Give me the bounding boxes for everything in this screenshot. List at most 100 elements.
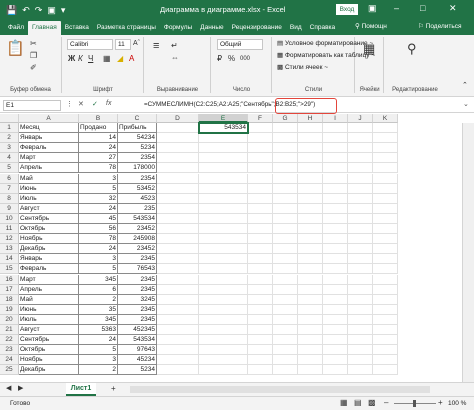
close-icon[interactable]: ✕ <box>449 3 457 14</box>
cell[interactable] <box>298 203 323 214</box>
enter-icon[interactable]: ✓ <box>92 100 98 108</box>
cell[interactable] <box>348 335 373 346</box>
cell[interactable] <box>273 163 298 174</box>
cell[interactable] <box>298 173 323 184</box>
row-header[interactable]: 20 <box>0 314 19 325</box>
cells-icon[interactable]: ▦ <box>363 41 375 57</box>
cell[interactable] <box>373 133 398 144</box>
cell[interactable]: 35 <box>79 304 118 315</box>
cell[interactable] <box>157 294 199 305</box>
cell[interactable] <box>273 314 298 325</box>
cell[interactable] <box>248 345 273 356</box>
row-header[interactable]: 24 <box>0 355 19 366</box>
redo-icon[interactable]: ↷ <box>35 5 43 15</box>
currency-icon[interactable]: ₽ <box>217 54 222 64</box>
cell[interactable]: 78 <box>79 163 118 174</box>
wrap-text-icon[interactable]: ↵ <box>171 41 178 51</box>
cell[interactable]: 6 <box>79 284 118 295</box>
cell[interactable]: Август <box>19 325 79 336</box>
cell[interactable] <box>199 314 248 325</box>
column-header[interactable]: B <box>79 114 118 123</box>
cell[interactable]: Июнь <box>19 183 79 194</box>
row-header[interactable]: 8 <box>0 193 19 204</box>
cell[interactable]: 345 <box>79 274 118 285</box>
cell[interactable] <box>273 213 298 224</box>
cell[interactable] <box>157 365 199 376</box>
cell[interactable]: 543534 <box>118 213 157 224</box>
cell[interactable] <box>273 193 298 204</box>
cell[interactable] <box>298 143 323 154</box>
cell[interactable]: 245908 <box>118 234 157 245</box>
cell[interactable]: Сентябрь <box>19 213 79 224</box>
cell[interactable] <box>323 365 348 376</box>
cell[interactable] <box>348 254 373 265</box>
cell[interactable]: Декабрь <box>19 365 79 376</box>
cell[interactable]: Июнь <box>19 304 79 315</box>
font-color-icon[interactable]: A <box>129 54 134 64</box>
font-name-select[interactable]: Calibri <box>67 39 113 50</box>
ribbon-display-icon[interactable]: ▣ <box>368 3 377 14</box>
cell[interactable]: 23452 <box>118 224 157 235</box>
cell[interactable]: 235 <box>118 203 157 214</box>
percent-icon[interactable]: % <box>228 54 235 64</box>
cell[interactable] <box>373 203 398 214</box>
cell[interactable] <box>348 325 373 336</box>
cell[interactable] <box>348 173 373 184</box>
cell[interactable] <box>157 304 199 315</box>
cell[interactable]: 53452 <box>118 183 157 194</box>
cell[interactable] <box>157 163 199 174</box>
row-header[interactable]: 23 <box>0 345 19 356</box>
cell[interactable] <box>373 304 398 315</box>
cell[interactable] <box>323 314 348 325</box>
row-header[interactable]: 7 <box>0 183 19 194</box>
cell[interactable] <box>248 173 273 184</box>
cell[interactable] <box>373 183 398 194</box>
cell[interactable] <box>373 254 398 265</box>
cell[interactable] <box>157 314 199 325</box>
cell[interactable] <box>298 133 323 144</box>
underline-icon[interactable]: Ч <box>88 54 93 64</box>
cell[interactable] <box>248 355 273 366</box>
row-header[interactable]: 22 <box>0 335 19 346</box>
cell[interactable] <box>157 203 199 214</box>
column-header[interactable]: J <box>348 114 373 123</box>
cell[interactable] <box>199 274 248 285</box>
cell[interactable] <box>323 304 348 315</box>
cell[interactable] <box>199 234 248 245</box>
cell[interactable]: Октябрь <box>19 224 79 235</box>
cell[interactable] <box>199 294 248 305</box>
cell[interactable] <box>273 133 298 144</box>
select-all-corner[interactable] <box>0 114 19 123</box>
cell[interactable] <box>323 224 348 235</box>
cell[interactable] <box>373 153 398 164</box>
cell[interactable] <box>273 304 298 315</box>
cell[interactable] <box>373 274 398 285</box>
cell[interactable] <box>323 123 348 134</box>
cell[interactable] <box>298 213 323 224</box>
cell[interactable] <box>157 173 199 184</box>
cell[interactable] <box>373 193 398 204</box>
row-header[interactable]: 25 <box>0 365 19 376</box>
cell[interactable]: 3 <box>79 355 118 366</box>
cell[interactable] <box>348 244 373 255</box>
tab-8[interactable]: Справка <box>306 21 340 35</box>
cell[interactable] <box>373 314 398 325</box>
cell[interactable] <box>323 153 348 164</box>
image-icon[interactable]: ▣ <box>47 5 56 15</box>
tab-5[interactable]: Данные <box>196 21 227 35</box>
cell[interactable]: 45234 <box>118 355 157 366</box>
cell[interactable]: 45 <box>79 213 118 224</box>
cell[interactable] <box>298 314 323 325</box>
cell[interactable]: Февраль <box>19 264 79 275</box>
cell[interactable] <box>273 203 298 214</box>
cell[interactable] <box>373 294 398 305</box>
cell[interactable] <box>298 294 323 305</box>
cell[interactable] <box>199 133 248 144</box>
name-box[interactable]: E1 <box>3 100 61 111</box>
cell[interactable] <box>298 335 323 346</box>
cell[interactable] <box>348 213 373 224</box>
cell[interactable] <box>323 203 348 214</box>
cell[interactable] <box>273 325 298 336</box>
cell[interactable] <box>199 193 248 204</box>
cell[interactable] <box>348 365 373 376</box>
